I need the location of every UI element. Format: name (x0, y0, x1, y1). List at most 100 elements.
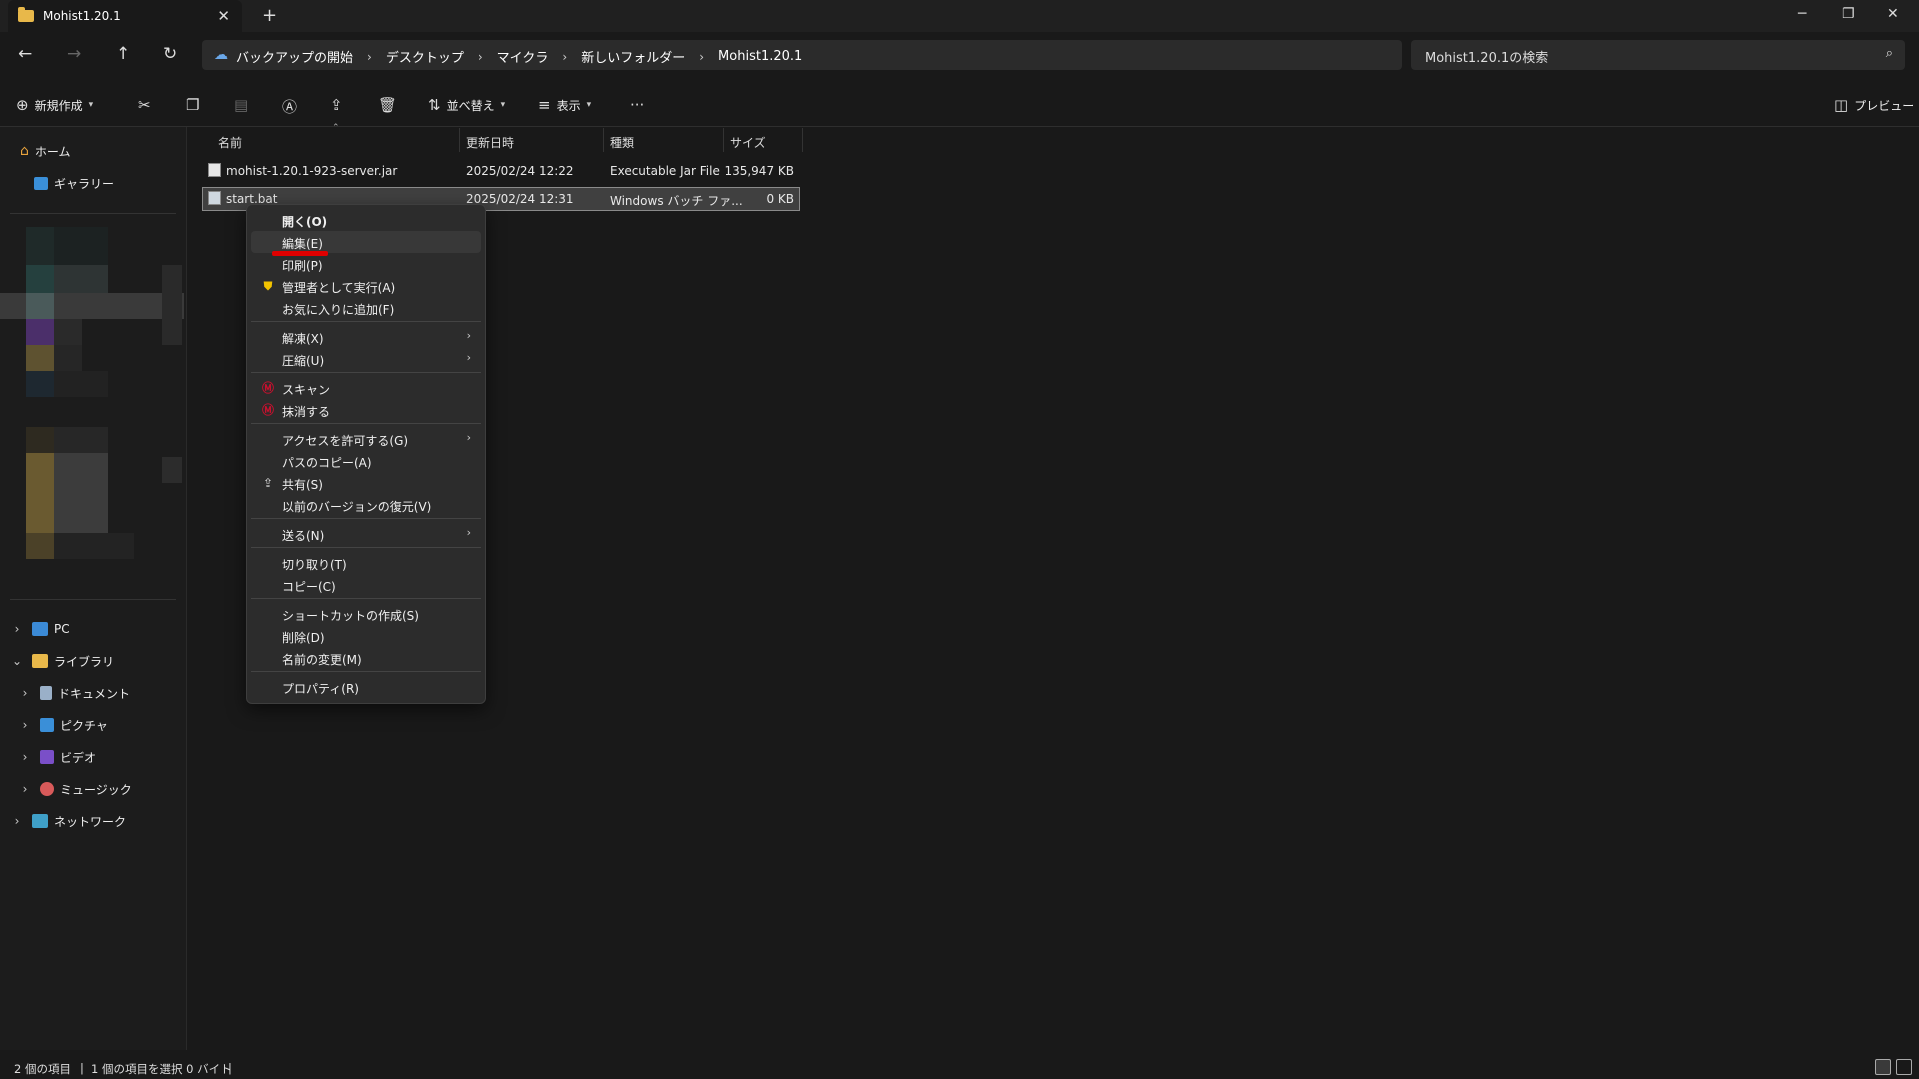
back-button[interactable]: ← (18, 44, 32, 64)
menu-item-copy-path[interactable]: パスのコピー(A) (251, 450, 481, 472)
sidebar-item-pc[interactable]: › PC (10, 617, 70, 641)
menu-item-extract[interactable]: 解凍(X) › (251, 326, 481, 348)
chevron-right-icon[interactable]: › (10, 622, 24, 636)
chevron-right-icon[interactable]: › (10, 814, 24, 828)
column-modified[interactable]: 更新日時 (466, 134, 514, 158)
chevron-right-icon[interactable]: › (699, 50, 704, 64)
documents-icon (40, 686, 52, 700)
preview-button[interactable]: ◫ プレビュー (1834, 96, 1914, 114)
delete-button[interactable]: 🗑 (378, 96, 397, 114)
music-icon (40, 782, 54, 796)
address-bar[interactable]: ☁ バックアップの開始 › デスクトップ › マイクラ › 新しいフォルダー ›… (202, 40, 1402, 70)
refresh-button[interactable]: ↻ (163, 44, 177, 64)
menu-item-share[interactable]: ⇪ 共有(S) (251, 472, 481, 494)
menu-cut-label: 切り取り(T) (282, 558, 347, 572)
share-icon: ⇪ (262, 476, 274, 490)
breadcrumb-new-folder[interactable]: 新しいフォルダー (581, 47, 685, 66)
chevron-right-icon[interactable]: › (562, 50, 567, 64)
more-icon: ··· (630, 96, 645, 114)
menu-item-shred[interactable]: Ⓜ 抹消する (251, 399, 481, 421)
chevron-down-icon[interactable]: ⌄ (10, 654, 24, 668)
sidebar-item-videos[interactable]: › ビデオ (18, 745, 96, 769)
search-icon[interactable]: ⌕ (1886, 46, 1893, 61)
breadcrumb-maikura[interactable]: マイクラ (497, 47, 549, 66)
menu-item-rename[interactable]: 名前の変更(M) (251, 647, 481, 669)
menu-scan-label: スキャン (282, 383, 331, 397)
column-divider[interactable] (802, 128, 803, 152)
menu-item-scan[interactable]: Ⓜ スキャン (251, 377, 481, 399)
videos-icon (40, 750, 54, 764)
maximize-button[interactable]: ❐ (1842, 6, 1855, 22)
search-box[interactable]: Mohist1.20.1の検索 ⌕ (1411, 40, 1905, 70)
new-button[interactable]: ⊕ 新規作成 ▾ (16, 96, 93, 114)
forward-button[interactable]: → (67, 44, 81, 64)
file-row-jar[interactable]: mohist-1.20.1-923-server.jar 2025/02/24 … (202, 159, 800, 183)
breadcrumb-mohist[interactable]: Mohist1.20.1 (718, 49, 802, 64)
menu-item-copy[interactable]: コピー(C) (251, 574, 481, 596)
minimize-button[interactable]: ─ (1798, 6, 1806, 22)
paste-button[interactable]: ▤ (234, 96, 248, 114)
cut-button[interactable]: ✂ (138, 96, 151, 114)
file-type: Windows バッチ ファ... (610, 194, 743, 208)
rename-icon: Ⓐ (282, 98, 298, 116)
details-view-button[interactable] (1875, 1059, 1891, 1075)
chevron-right-icon[interactable]: › (18, 750, 32, 764)
menu-item-delete[interactable]: 削除(D) (251, 625, 481, 647)
menu-item-grant-access[interactable]: アクセスを許可する(G) › (251, 428, 481, 450)
rename-button[interactable]: Ⓐ (282, 96, 297, 117)
menu-item-create-shortcut[interactable]: ショートカットの作成(S) (251, 603, 481, 625)
gallery-icon (34, 176, 48, 190)
up-button[interactable]: ↑ (116, 44, 130, 64)
large-icons-view-button[interactable] (1896, 1059, 1912, 1075)
breadcrumb-desktop[interactable]: デスクトップ (386, 47, 464, 66)
breadcrumb-backup[interactable]: バックアップの開始 (236, 47, 353, 66)
file-type: Executable Jar File (610, 164, 720, 178)
column-name[interactable]: 名前 (218, 134, 242, 158)
column-divider[interactable] (723, 128, 724, 152)
menu-item-edit[interactable]: 編集(E) (251, 231, 481, 253)
menu-item-add-favorites[interactable]: お気に入りに追加(F) (251, 297, 481, 319)
network-icon (32, 814, 48, 828)
chevron-right-icon[interactable]: › (478, 50, 483, 64)
trash-icon: 🗑 (378, 96, 398, 114)
menu-item-properties[interactable]: プロパティ(R) (251, 676, 481, 698)
more-button[interactable]: ··· (630, 96, 644, 114)
copy-button[interactable]: ❐ (186, 96, 199, 114)
column-divider[interactable] (459, 128, 460, 152)
menu-item-compress[interactable]: 圧縮(U) › (251, 348, 481, 370)
sidebar-item-home[interactable]: ⌂ ホーム (20, 139, 71, 163)
menu-item-cut[interactable]: 切り取り(T) (251, 552, 481, 574)
menu-send-to-label: 送る(N) (282, 529, 325, 543)
share-button[interactable]: ⇪ (330, 96, 343, 114)
chevron-right-icon[interactable]: › (18, 718, 32, 732)
new-tab-button[interactable]: + (262, 5, 277, 26)
tab-mohist[interactable]: Mohist1.20.1 ✕ (8, 0, 242, 32)
sidebar-item-music[interactable]: › ミュージック (18, 777, 132, 801)
menu-item-print[interactable]: 印刷(P) (251, 253, 481, 275)
sidebar-item-pictures[interactable]: › ピクチャ (18, 713, 108, 737)
menu-item-restore-previous[interactable]: 以前のバージョンの復元(V) (251, 494, 481, 516)
chevron-right-icon[interactable]: › (367, 50, 372, 64)
chevron-right-icon[interactable]: › (18, 686, 32, 700)
menu-item-open[interactable]: 開く(O) (251, 209, 481, 231)
column-type[interactable]: 種類 (610, 134, 634, 158)
menu-item-run-as-admin[interactable]: ⛊ 管理者として実行(A) (251, 275, 481, 297)
sort-button[interactable]: ⇅ 並べ替え ▾ (428, 96, 505, 114)
sidebar-item-library[interactable]: ⌄ ライブラリ (10, 649, 114, 673)
preview-label: プレビュー (1854, 98, 1915, 113)
tab-close-icon[interactable]: ✕ (217, 7, 230, 25)
chevron-right-icon[interactable]: › (18, 782, 32, 796)
column-divider[interactable] (603, 128, 604, 152)
column-size[interactable]: サイズ (730, 134, 766, 158)
sidebar-item-documents[interactable]: › ドキュメント (18, 681, 130, 705)
menu-shred-label: 抹消する (282, 405, 331, 419)
menu-separator (251, 518, 481, 519)
menu-item-send-to[interactable]: 送る(N) › (251, 523, 481, 545)
close-button[interactable]: ✕ (1887, 6, 1899, 22)
sidebar-item-gallery[interactable]: ギャラリー (20, 171, 114, 195)
view-button[interactable]: ≡ 表示 ▾ (538, 96, 591, 114)
menu-create-shortcut-label: ショートカットの作成(S) (282, 609, 419, 623)
sidebar-item-network[interactable]: › ネットワーク (10, 809, 126, 833)
menu-compress-label: 圧縮(U) (282, 354, 325, 368)
sort-label: 並べ替え (446, 98, 495, 113)
